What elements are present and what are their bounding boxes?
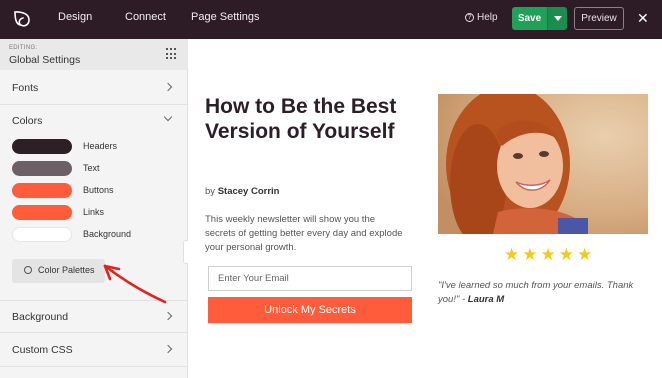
- chevron-right-icon: [163, 344, 173, 354]
- color-label: Buttons: [83, 185, 114, 195]
- star-icon: ★: [540, 245, 556, 264]
- color-swatch[interactable]: [12, 183, 72, 198]
- color-palettes-button[interactable]: Color Palettes: [12, 259, 105, 283]
- section-colors-label: Colors: [12, 115, 43, 127]
- author-name: Stacey Corrin: [217, 186, 280, 197]
- help-label: Help: [477, 12, 498, 23]
- editing-label: EDITING:: [9, 45, 38, 51]
- byline-prefix: by: [205, 186, 218, 197]
- color-label: Background: [83, 229, 132, 239]
- seedprod-editor: Design Connect Page Settings ? Help Save…: [0, 0, 662, 378]
- email-input[interactable]: [208, 266, 412, 291]
- annotation-arrow: [103, 264, 167, 304]
- color-swatch[interactable]: [12, 161, 72, 176]
- color-swatch[interactable]: [12, 227, 72, 242]
- section-fonts[interactable]: Fonts: [0, 72, 187, 105]
- save-options-dropdown[interactable]: [547, 7, 567, 30]
- sidebar-title: Global Settings: [9, 54, 81, 66]
- chevron-right-icon: [163, 82, 173, 92]
- star-icon: ★: [558, 245, 574, 264]
- preview-button[interactable]: Preview: [574, 7, 624, 30]
- global-settings-sidebar: EDITING: Global Settings Fonts Colors He…: [0, 39, 188, 378]
- star-icon: ★: [522, 245, 538, 264]
- nav-connect[interactable]: Connect: [125, 11, 166, 23]
- newsletter-description[interactable]: This weekly newsletter will show you the…: [205, 213, 405, 255]
- sidebar-header: EDITING: Global Settings: [0, 39, 188, 70]
- nav-design[interactable]: Design: [58, 11, 92, 23]
- chevron-right-icon: [163, 311, 173, 321]
- top-bar: Design Connect Page Settings ? Help Save…: [0, 0, 662, 39]
- color-row-buttons[interactable]: Buttons: [12, 183, 182, 198]
- color-row-text[interactable]: Text: [12, 161, 182, 176]
- section-custom-css-label: Custom CSS: [12, 344, 73, 356]
- color-row-background[interactable]: Background: [12, 227, 182, 242]
- author-byline[interactable]: by Stacey Corrin: [205, 186, 279, 197]
- star-icon: ★: [577, 245, 593, 264]
- color-label: Headers: [83, 141, 118, 151]
- help-link[interactable]: ? Help: [465, 12, 498, 23]
- author-photo[interactable]: [438, 94, 648, 234]
- chevron-down-icon: [163, 112, 173, 122]
- color-swatch[interactable]: [12, 205, 72, 220]
- section-custom-css[interactable]: Custom CSS: [0, 334, 187, 367]
- save-button[interactable]: Save: [512, 7, 547, 30]
- color-label: Links: [83, 207, 105, 217]
- quote-separator: -: [459, 294, 468, 305]
- help-circle-icon: ?: [465, 13, 474, 22]
- color-label: Text: [83, 163, 100, 173]
- nav-page-settings[interactable]: Page Settings: [191, 11, 260, 23]
- testimonial-quote[interactable]: "I've learned so much from your emails. …: [438, 279, 643, 307]
- close-icon[interactable]: ✕: [637, 10, 649, 27]
- palette-icon: [24, 266, 32, 274]
- rating-stars: ★ ★ ★ ★ ★: [504, 246, 592, 264]
- page-headline[interactable]: How to Be the Best Version of Yourself: [205, 94, 420, 144]
- seedprod-leaf-icon[interactable]: [11, 8, 33, 30]
- section-fonts-label: Fonts: [12, 82, 39, 94]
- star-icon: ★: [504, 245, 520, 264]
- color-row-headers[interactable]: Headers: [12, 139, 182, 154]
- color-palettes-label: Color Palettes: [38, 265, 95, 275]
- quote-author: Laura M: [467, 294, 505, 305]
- unlock-secrets-button[interactable]: Unlock My Secrets: [208, 297, 412, 323]
- section-background-label: Background: [12, 311, 69, 323]
- section-colors[interactable]: Colors: [0, 105, 187, 138]
- color-row-links[interactable]: Links: [12, 205, 182, 220]
- grid-dots-icon[interactable]: [166, 48, 178, 60]
- color-swatch[interactable]: [12, 139, 72, 154]
